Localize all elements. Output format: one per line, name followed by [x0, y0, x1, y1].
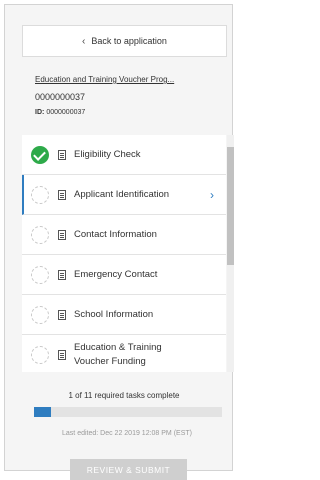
task-item-education-training-voucher-funding[interactable]: Education & Training Voucher Funding: [22, 335, 226, 372]
task-label: Eligibility Check: [74, 148, 141, 160]
progress-bar-fill: [34, 407, 52, 417]
review-submit-button[interactable]: REVIEW & SUBMIT: [70, 459, 187, 480]
document-icon: [58, 269, 66, 280]
dashed-circle-icon: [31, 185, 49, 204]
task-item-eligibility-check[interactable]: Eligibility Check: [22, 135, 226, 175]
dashed-circle-icon: [31, 345, 49, 364]
progress-text: 1 of 11 required tasks complete: [68, 391, 180, 400]
task-panel: ‹ Back to application Education and Trai…: [4, 4, 234, 480]
application-number: 0000000037: [35, 92, 86, 102]
document-icon: [58, 349, 66, 360]
back-to-application-button[interactable]: ‹ Back to application: [22, 25, 227, 57]
application-id: ID: 0000000037: [35, 109, 85, 116]
document-icon: [58, 229, 66, 240]
progress-bar: [34, 407, 222, 417]
application-id-label: ID:: [35, 109, 45, 116]
scrollbar-thumb[interactable]: [227, 147, 234, 265]
task-label: Contact Information: [74, 228, 157, 240]
last-edited-text: Last edited: Dec 22 2019 12:08 PM (EST): [62, 430, 192, 437]
back-label: Back to application: [91, 36, 167, 46]
task-label: Applicant Identification: [74, 188, 170, 200]
task-item-emergency-contact[interactable]: Emergency Contact: [22, 255, 226, 295]
check-circle-icon: [31, 145, 49, 164]
task-list: Eligibility Check Applicant Identificati…: [22, 135, 226, 372]
document-icon: [58, 189, 66, 200]
task-label: Emergency Contact: [74, 268, 158, 280]
task-label: School Information: [74, 308, 154, 320]
dashed-circle-icon: [31, 305, 49, 324]
chevron-left-icon: ‹: [82, 35, 86, 47]
dashed-circle-icon: [31, 225, 49, 244]
task-item-school-information[interactable]: School Information: [22, 295, 226, 335]
application-title-link[interactable]: Education and Training Voucher Prog...: [35, 75, 220, 84]
task-item-contact-information[interactable]: Contact Information: [22, 215, 226, 255]
document-icon: [58, 149, 66, 160]
dashed-circle-icon: [31, 265, 49, 284]
application-id-value: 0000000037: [46, 109, 86, 116]
chevron-right-icon: ›: [210, 187, 214, 202]
task-label: Education & Training Voucher Funding: [74, 341, 162, 367]
document-icon: [58, 309, 66, 320]
task-item-applicant-identification[interactable]: Applicant Identification ›: [22, 175, 226, 215]
